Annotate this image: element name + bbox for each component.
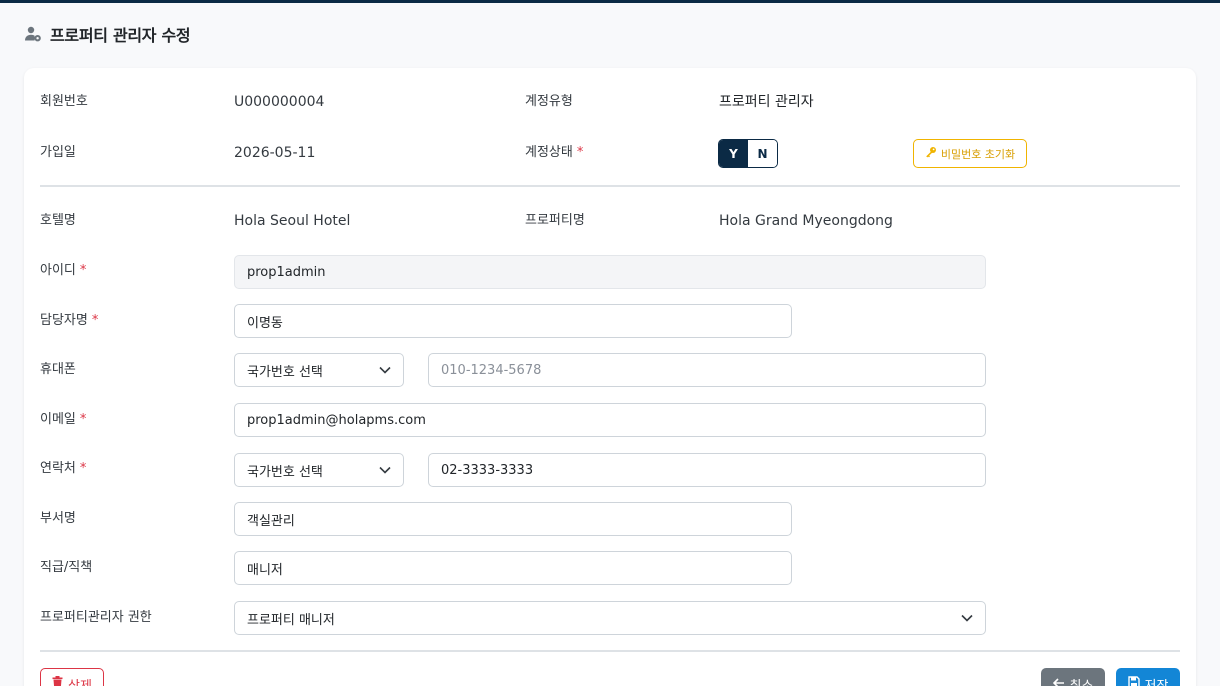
manager-name-label: 담당자명 *	[40, 313, 99, 328]
top-accent-bar	[0, 0, 1220, 3]
id-label: 아이디 *	[40, 263, 87, 278]
manager-name-input[interactable]	[234, 304, 792, 338]
account-type-value: 프로퍼티 관리자	[719, 94, 814, 110]
page-header: 프로퍼티 관리자 수정	[24, 22, 191, 46]
email-input[interactable]	[234, 403, 986, 437]
id-input[interactable]	[234, 255, 986, 289]
property-label: 프로퍼티명	[525, 213, 585, 228]
divider-bottom	[40, 650, 1180, 652]
mobile-country-value: 국가번호 선택	[247, 364, 323, 380]
contact-country-value: 국가번호 선택	[247, 464, 323, 480]
floppy-disk-icon	[1127, 676, 1140, 686]
contact-country-select[interactable]: 국가번호 선택	[234, 453, 404, 487]
status-no-option[interactable]: N	[748, 140, 777, 167]
join-date-value: 2026-05-11	[234, 145, 316, 161]
trash-icon	[52, 676, 63, 686]
save-button[interactable]: 저장	[1116, 668, 1180, 686]
account-type-label: 계정유형	[525, 94, 573, 109]
account-status-label: 계정상태 *	[525, 145, 584, 160]
mobile-number-input[interactable]	[428, 353, 986, 387]
cancel-label: 취소	[1069, 678, 1094, 686]
role-select[interactable]: 프로퍼티 매니저	[234, 601, 986, 635]
contact-number-input[interactable]	[428, 453, 986, 487]
department-label: 부서명	[40, 511, 76, 526]
role-value: 프로퍼티 매니저	[247, 612, 335, 628]
delete-button[interactable]: 삭제	[40, 668, 104, 686]
mobile-country-select[interactable]: 국가번호 선택	[234, 353, 404, 387]
reset-password-label: 비밀번호 초기화	[940, 147, 1016, 161]
contact-label: 연락처 *	[40, 461, 87, 476]
join-date-label: 가입일	[40, 145, 76, 160]
arrow-left-icon	[1052, 677, 1065, 686]
user-gear-icon	[24, 25, 42, 43]
role-label: 프로퍼티관리자 권한	[40, 610, 152, 625]
reset-password-button[interactable]: 비밀번호 초기화	[913, 139, 1027, 168]
department-input[interactable]	[234, 502, 792, 536]
status-yes-option[interactable]: Y	[719, 140, 748, 167]
cancel-button[interactable]: 취소	[1041, 668, 1105, 686]
page-title: 프로퍼티 관리자 수정	[50, 26, 191, 45]
save-label: 저장	[1144, 678, 1169, 686]
position-label: 직급/직책	[40, 560, 93, 575]
account-status-toggle[interactable]: Y N	[718, 139, 778, 168]
key-icon	[925, 146, 937, 161]
mobile-label: 휴대폰	[40, 362, 76, 377]
chevron-down-icon	[379, 366, 391, 374]
property-value: Hola Grand Myeongdong	[719, 213, 893, 229]
delete-label: 삭제	[68, 678, 92, 686]
divider-top	[40, 185, 1180, 187]
chevron-down-icon	[379, 466, 391, 474]
hotel-label: 호텔명	[40, 213, 76, 228]
member-no-value: U000000004	[234, 94, 325, 110]
form-card: 회원번호 U000000004 계정유형 프로퍼티 관리자 가입일 2026-0…	[24, 68, 1196, 686]
email-label: 이메일 *	[40, 412, 87, 427]
chevron-down-icon	[961, 614, 973, 622]
member-no-label: 회원번호	[40, 94, 88, 109]
position-input[interactable]	[234, 551, 792, 585]
hotel-value: Hola Seoul Hotel	[234, 213, 351, 229]
